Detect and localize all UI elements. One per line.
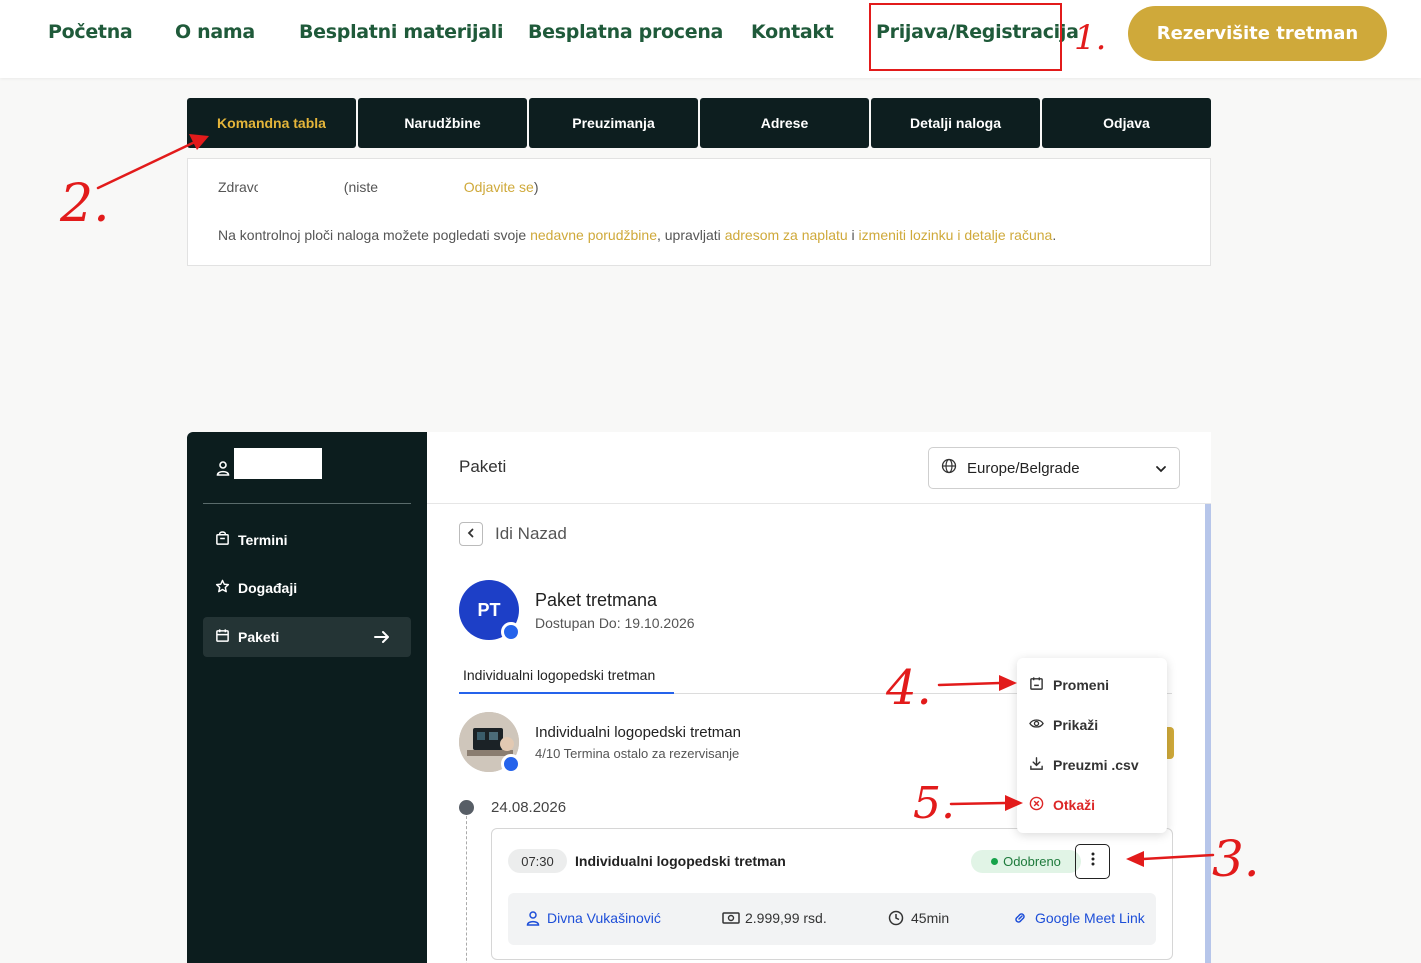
tab-individual-treatment[interactable]: Individualni logopedski tretman bbox=[463, 667, 655, 683]
scrollbar[interactable] bbox=[1205, 504, 1211, 963]
download-icon bbox=[1029, 756, 1053, 774]
timezone-value: Europe/Belgrade bbox=[967, 459, 1080, 477]
book-treatment-button[interactable]: Rezervišite tretman bbox=[1128, 6, 1387, 61]
greeting-text: Zdravo bbox=[218, 179, 258, 195]
top-navigation: Početna O nama Besplatni materijali Besp… bbox=[0, 0, 1421, 78]
description-text: , upravljati bbox=[656, 227, 725, 243]
annotation-label-3: 3. bbox=[1212, 830, 1260, 888]
status-label: Odobreno bbox=[1003, 854, 1061, 869]
kebab-menu-icon bbox=[1091, 852, 1095, 871]
menu-item-label: Otkaži bbox=[1053, 797, 1096, 813]
close-paren: ) bbox=[533, 179, 539, 195]
package-availability: Dostupan Do: 19.10.2026 bbox=[535, 615, 695, 631]
cancel-circle-icon bbox=[1029, 796, 1053, 814]
status-dot bbox=[991, 858, 999, 865]
calendar-edit-icon bbox=[1029, 676, 1053, 694]
nav-free-materials-link[interactable]: Besplatni materijali bbox=[299, 21, 503, 43]
sidebar-item-label: Događaji bbox=[238, 580, 298, 596]
page-title: Paketi bbox=[459, 457, 507, 476]
star-icon bbox=[215, 579, 238, 597]
recent-orders-link[interactable]: nedavne porudžbine bbox=[530, 227, 657, 243]
timezone-select[interactable]: Europe/Belgrade bbox=[928, 447, 1180, 489]
menu-item-view[interactable]: Prikaži bbox=[1029, 712, 1098, 738]
user-icon bbox=[525, 910, 541, 931]
nav-contact-link[interactable]: Kontakt bbox=[751, 21, 834, 43]
sidebar-item-label: Termini bbox=[238, 532, 288, 548]
google-meet-link[interactable]: Google Meet Link bbox=[1035, 910, 1145, 926]
tab-orders[interactable]: Narudžbine bbox=[358, 98, 527, 148]
sidebar-item-label: Paketi bbox=[238, 629, 280, 645]
service-name: Individualni logopedski tretman bbox=[535, 724, 741, 741]
back-button[interactable] bbox=[459, 522, 483, 546]
options-menu: Promeni Prikaži Preuzmi .csv Otkaži bbox=[1017, 658, 1167, 833]
link-icon bbox=[1012, 910, 1028, 931]
back-label[interactable]: Idi Nazad bbox=[495, 524, 567, 544]
appointment-card: 07:30 Individualni logopedski tretman Od… bbox=[491, 828, 1173, 960]
package-initials: PT bbox=[477, 599, 501, 620]
menu-item-label: Promeni bbox=[1053, 677, 1110, 693]
annotation-label-2: 2. bbox=[60, 174, 110, 234]
sidebar-item-paketi[interactable]: Paketi bbox=[203, 617, 411, 657]
globe-icon bbox=[941, 458, 957, 478]
sidebar-item-dogadjaji[interactable]: Događaji bbox=[203, 568, 411, 608]
money-icon bbox=[722, 910, 740, 931]
appointment-date: 24.08.2026 bbox=[491, 799, 567, 816]
clock-icon bbox=[888, 910, 904, 931]
more-options-button[interactable] bbox=[1075, 844, 1110, 879]
redacted-username-box bbox=[234, 448, 322, 479]
annotation-arrow bbox=[96, 139, 199, 190]
nav-free-assessment-link[interactable]: Besplatna procena bbox=[528, 21, 723, 43]
billing-address-link[interactable]: adresom za naplatu bbox=[725, 227, 848, 243]
logout-link[interactable]: Odjavite se bbox=[464, 179, 534, 195]
description-text: Na kontrolnoj ploči naloga možete pogled… bbox=[218, 227, 531, 243]
dashboard-description: Na kontrolnoj ploči naloga možete pogled… bbox=[218, 227, 1056, 243]
edit-password-link[interactable]: izmeniti lozinku i detalje računa bbox=[859, 227, 1053, 243]
account-dashboard-box: Zdravo (niste Odjavite se) Na kontrolnoj… bbox=[187, 158, 1211, 266]
menu-item-label: Preuzmi .csv bbox=[1053, 757, 1139, 773]
tab-account-details[interactable]: Detalji naloga bbox=[871, 98, 1040, 148]
sidebar-item-termini[interactable]: Termini bbox=[203, 520, 411, 560]
chevron-left-icon bbox=[466, 525, 476, 543]
timeline-line bbox=[466, 816, 467, 963]
panel-header: Paketi Europe/Belgrade bbox=[427, 432, 1211, 504]
arrow-right-icon bbox=[373, 628, 399, 649]
description-text: i bbox=[847, 227, 859, 243]
nav-home-link[interactable]: Početna bbox=[48, 21, 133, 43]
appointment-name: Individualni logopedski tretman bbox=[575, 853, 786, 869]
nav-about-link[interactable]: O nama bbox=[175, 21, 255, 43]
menu-item-label: Prikaži bbox=[1053, 717, 1099, 733]
timeline-dot bbox=[459, 800, 474, 815]
service-remaining: 4/10 Termina ostalo za rezervisanje bbox=[535, 746, 740, 761]
menu-item-edit[interactable]: Promeni bbox=[1029, 672, 1109, 698]
customer-panel-sidebar: Termini Događaji Paketi bbox=[187, 432, 427, 963]
appointment-details-bar: Divna Vukašinović 2.999,99 rsd. 45min Go… bbox=[508, 893, 1156, 945]
sidebar-divider bbox=[203, 503, 411, 504]
appointment-price: 2.999,99 rsd. bbox=[745, 910, 827, 926]
online-dot bbox=[501, 622, 521, 642]
package-name: Paket tretmana bbox=[535, 590, 658, 610]
online-dot bbox=[501, 754, 521, 774]
tab-logout[interactable]: Odjava bbox=[1042, 98, 1211, 148]
description-text: . bbox=[1052, 227, 1057, 243]
calendar-icon bbox=[215, 628, 238, 646]
tab-dashboard[interactable]: Komandna tabla bbox=[187, 98, 356, 148]
status-badge: Odobreno bbox=[971, 850, 1081, 873]
appointment-time: 07:30 bbox=[508, 849, 567, 873]
menu-item-download-csv[interactable]: Preuzmi .csv bbox=[1029, 752, 1139, 778]
user-icon bbox=[215, 460, 231, 481]
tab-downloads[interactable]: Preuzimanja bbox=[529, 98, 698, 148]
tab-active-indicator bbox=[459, 692, 674, 694]
nav-login-register-link[interactable]: Prijava/Registracija bbox=[876, 21, 1079, 43]
tab-addresses[interactable]: Adrese bbox=[700, 98, 869, 148]
eye-icon bbox=[1029, 716, 1053, 734]
greeting-line: Zdravo (niste Odjavite se) bbox=[218, 179, 539, 195]
chevron-down-icon bbox=[1155, 462, 1167, 479]
appointment-duration: 45min bbox=[911, 910, 950, 926]
bag-icon bbox=[215, 531, 238, 549]
menu-item-cancel[interactable]: Otkaži bbox=[1029, 792, 1095, 818]
employee-link[interactable]: Divna Vukašinović bbox=[547, 910, 661, 926]
not-you-text: (niste bbox=[343, 179, 379, 195]
